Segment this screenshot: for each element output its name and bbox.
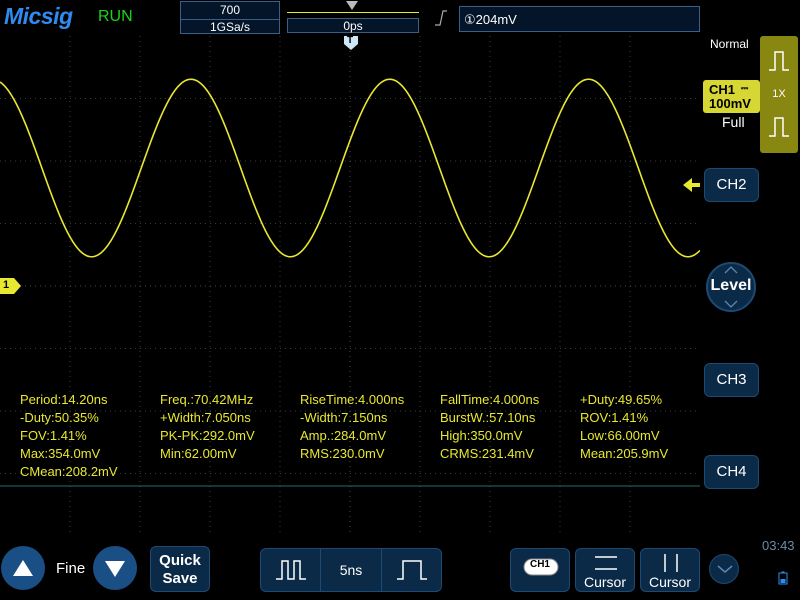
more-menu-button[interactable]	[709, 554, 739, 584]
ch1-info-name: CH1	[709, 82, 736, 97]
quick-save-label-line1: Quick	[159, 552, 201, 569]
clock: 03:43	[762, 538, 795, 553]
wide-pulse-icon	[397, 560, 427, 580]
measurement-item: RMS:230.0mV	[300, 446, 385, 461]
measurement-item: BurstW.:57.10ns	[440, 410, 536, 425]
ch1-offset-marker[interactable]: 1	[0, 278, 22, 294]
positive-pulse-icon[interactable]	[767, 50, 791, 72]
ch1-select-button[interactable]: CH1	[510, 548, 570, 592]
measurement-item: Period:14.20ns	[20, 392, 108, 407]
ch4-button[interactable]: CH4	[704, 455, 759, 489]
memory-position-line	[287, 12, 419, 13]
trigger-position-control[interactable]: 0ps	[287, 1, 419, 34]
level-knob[interactable]: Level	[706, 262, 756, 312]
measurement-item: Low:66.00mV	[580, 428, 660, 443]
top-status-bar: Micsig RUN 700 1GSa/s 0ps ①204mV	[0, 0, 800, 36]
measurement-item: High:350.0mV	[440, 428, 523, 443]
trigger-time-marker-label: T	[347, 35, 354, 46]
quick-save-button[interactable]: Quick Save	[150, 546, 210, 592]
measurement-item: FallTime:4.000ns	[440, 392, 540, 407]
battery-icon	[778, 571, 788, 585]
measurement-item: Max:354.0mV	[20, 446, 101, 461]
chevron-down-icon	[717, 565, 733, 573]
fine-up-button[interactable]	[1, 546, 45, 590]
measurement-item: CMean:208.2mV	[20, 464, 118, 479]
ch1-vertical-scale: 100mV	[709, 96, 751, 111]
measurement-item: CRMS:231.4mV	[440, 446, 534, 461]
triangle-down-icon	[105, 561, 125, 577]
ch3-button[interactable]: CH3	[704, 363, 759, 397]
timebase-control: 5ns	[260, 548, 442, 592]
level-label: Level	[710, 277, 752, 294]
negative-pulse-icon[interactable]	[767, 116, 791, 138]
timebase-decrease-button[interactable]	[261, 549, 321, 591]
probe-ratio: 1X	[772, 88, 786, 100]
vertical-cursor-button[interactable]: Cursor	[640, 548, 700, 592]
measurement-item: RiseTime:4.000ns	[300, 392, 405, 407]
measurement-panel[interactable]: Period:14.20ns Freq.:70.42MHz RiseTime:4.0…	[0, 390, 700, 480]
ch1-waveform-trace	[0, 78, 700, 258]
measurement-item: PK-PK:292.0mV	[160, 428, 255, 443]
memory-depth: 700	[219, 3, 241, 17]
narrow-pulse-icon	[276, 560, 306, 580]
ch1-info-badge[interactable]: CH1 ⎓ 100mV	[703, 80, 760, 113]
vertical-cursor-label: Cursor	[648, 574, 691, 590]
measurement-item: ROV:1.41%	[580, 410, 649, 425]
horizontal-cursor-label: Cursor	[583, 574, 626, 590]
fine-down-button[interactable]	[93, 546, 137, 590]
ch1-probe-panel[interactable]: 1X	[760, 36, 798, 153]
run-stop-status[interactable]: RUN	[98, 8, 133, 26]
vertical-cursor-icon	[664, 554, 678, 572]
brand-logo: Micsig	[4, 3, 73, 29]
acquisition-mode[interactable]: Normal	[710, 37, 749, 51]
horizontal-cursor-icon	[595, 556, 617, 570]
dc-coupling-icon: ⎓	[741, 83, 749, 93]
fine-label: Fine	[56, 560, 86, 577]
trigger-level-value: ①204mV	[464, 12, 517, 27]
timebase-value: 5ns	[339, 562, 363, 578]
memory-depth-sample-rate[interactable]: 700 1GSa/s	[180, 1, 280, 34]
ch1-bandwidth-limit[interactable]: Full	[722, 114, 745, 130]
measurement-item: Mean:205.9mV	[580, 446, 669, 461]
quick-save-label-line2: Save	[162, 570, 198, 587]
trigger-level-box[interactable]: ①204mV	[459, 6, 700, 32]
measurement-item: +Width:7.050ns	[160, 410, 251, 425]
trigger-position-value: 0ps	[287, 18, 419, 33]
measurement-item: Freq.:70.42MHz	[160, 392, 254, 407]
measurement-item: FOV:1.41%	[20, 428, 87, 443]
level-down-chevron-icon	[724, 300, 738, 308]
right-side-panel: Normal CH1 ⎓ 100mV Full 1X CH2 Level CH3…	[700, 36, 800, 536]
ch2-button[interactable]: CH2	[704, 168, 759, 202]
bottom-toolbar: Fine Quick Save 5ns CH1 Cursor Cursor 03…	[0, 536, 800, 600]
measurement-item: Min:62.00mV	[160, 446, 237, 461]
timebase-increase-button[interactable]	[381, 549, 441, 591]
ch1-select-label: CH1	[529, 559, 550, 570]
measurement-item: -Duty:50.35%	[20, 410, 99, 425]
measurement-item: Amp.:284.0mV	[300, 428, 386, 443]
measurement-item: -Width:7.150ns	[300, 410, 388, 425]
measurement-item: +Duty:49.65%	[580, 392, 663, 407]
sample-rate: 1GSa/s	[181, 19, 279, 34]
horizontal-cursor-button[interactable]: Cursor	[575, 548, 635, 592]
ch1-offset-marker-label: 1	[3, 279, 10, 291]
triangle-up-icon	[13, 560, 33, 576]
rising-edge-trigger-icon[interactable]	[434, 9, 448, 27]
trigger-position-marker	[346, 1, 358, 10]
level-up-chevron-icon	[724, 266, 738, 274]
